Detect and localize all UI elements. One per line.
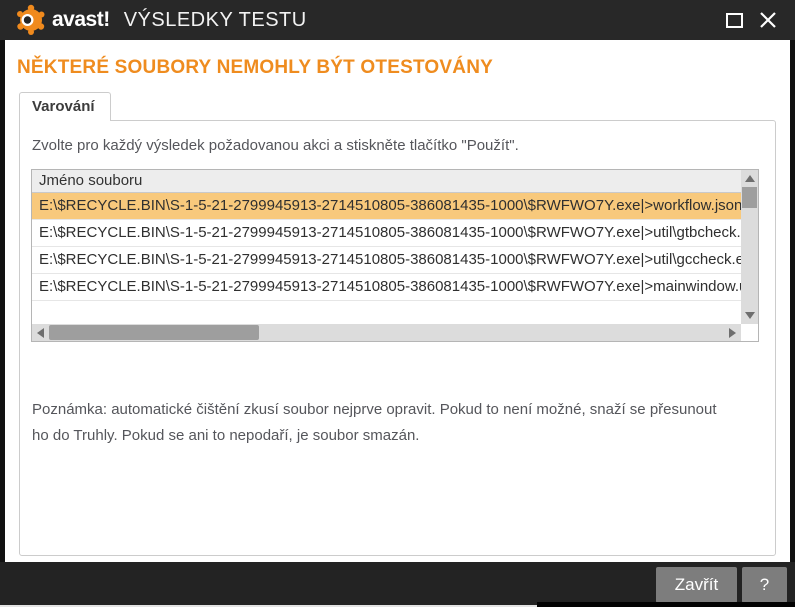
- file-list-inner: Jméno souboru E:\$RECYCLE.BIN\S-1-5-21-2…: [32, 170, 741, 324]
- scroll-right-icon[interactable]: [729, 328, 736, 338]
- warning-heading: NĚKTERÉ SOUBORY NEMOHLY BÝT OTESTOVÁNY: [17, 57, 781, 79]
- scroll-left-icon[interactable]: [37, 328, 44, 338]
- warning-tab-panel: Zvolte pro každý výsledek požadovanou ak…: [19, 120, 776, 556]
- file-list-row[interactable]: E:\$RECYCLE.BIN\S-1-5-21-2799945913-2714…: [32, 247, 741, 274]
- avast-logo: avast!: [14, 3, 110, 37]
- window-title: VÝSLEDKY TESTU: [124, 9, 307, 32]
- tab-varovani[interactable]: Varování: [19, 92, 111, 121]
- tab-strip: Varování: [19, 92, 781, 120]
- vertical-scrollbar-thumb[interactable]: [742, 187, 757, 208]
- scrollbar-corner: [741, 324, 758, 341]
- file-list-row[interactable]: E:\$RECYCLE.BIN\S-1-5-21-2799945913-2714…: [32, 193, 741, 220]
- avast-results-dialog: avast! VÝSLEDKY TESTU NĚKTERÉ SOUBORY NE…: [0, 0, 795, 607]
- scroll-down-icon[interactable]: [745, 312, 755, 319]
- file-list-row[interactable]: E:\$RECYCLE.BIN\S-1-5-21-2799945913-2714…: [32, 220, 741, 247]
- file-list-column-header: Jméno souboru: [32, 170, 741, 193]
- dialog-content: NĚKTERÉ SOUBORY NEMOHLY BÝT OTESTOVÁNY V…: [0, 40, 795, 562]
- maximize-button[interactable]: [717, 4, 751, 36]
- footer-bar: Zavřít ?: [0, 562, 795, 607]
- close-window-button[interactable]: [751, 4, 785, 36]
- instruction-text: Zvolte pro každý výsledek požadovanou ak…: [20, 121, 775, 154]
- file-list-row[interactable]: E:\$RECYCLE.BIN\S-1-5-21-2799945913-2714…: [32, 274, 741, 301]
- note-text: Poznámka: automatické čištění zkusí soub…: [32, 397, 735, 449]
- brand-text: avast!: [52, 8, 110, 32]
- maximize-icon: [726, 13, 743, 28]
- scroll-up-icon[interactable]: [745, 175, 755, 182]
- avast-logo-icon: [14, 3, 48, 37]
- close-button[interactable]: Zavřít: [656, 567, 737, 603]
- close-icon: [757, 9, 779, 31]
- horizontal-scrollbar[interactable]: [32, 324, 741, 341]
- bottom-edge-dark: [537, 602, 795, 607]
- vertical-scrollbar[interactable]: [741, 170, 758, 324]
- titlebar: avast! VÝSLEDKY TESTU: [0, 0, 795, 40]
- horizontal-scrollbar-thumb[interactable]: [49, 325, 259, 340]
- help-button[interactable]: ?: [742, 567, 787, 603]
- file-list: Jméno souboru E:\$RECYCLE.BIN\S-1-5-21-2…: [31, 169, 759, 342]
